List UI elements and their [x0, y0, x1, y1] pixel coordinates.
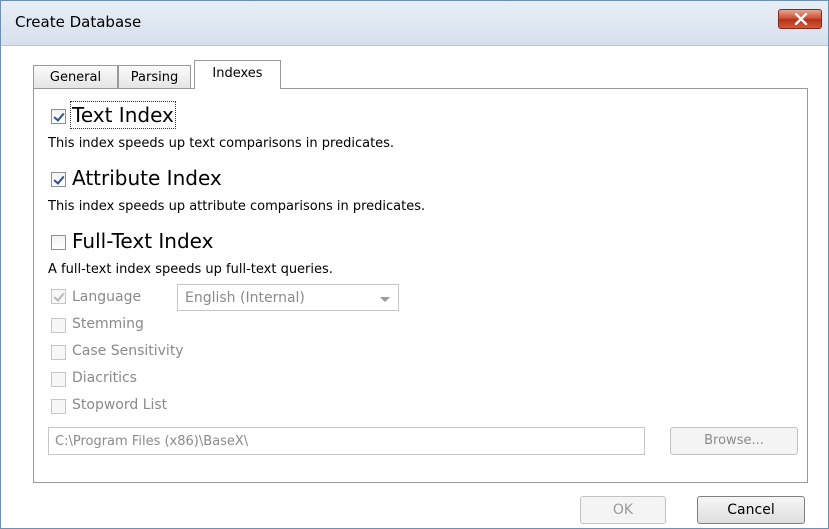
attribute-index-checkbox[interactable]	[51, 172, 66, 187]
stemming-checkbox[interactable]	[51, 318, 66, 333]
ok-button[interactable]: OK	[580, 496, 666, 524]
language-select-value: English (Internal)	[185, 290, 305, 306]
attribute-index-label[interactable]: Attribute Index	[72, 166, 222, 190]
cancel-button[interactable]: Cancel	[697, 496, 805, 524]
fulltext-index-description: A full-text index speeds up full-text qu…	[48, 262, 333, 277]
diacritics-label: Diacritics	[72, 370, 137, 386]
diacritics-checkbox[interactable]	[51, 372, 66, 387]
fulltext-index-label[interactable]: Full-Text Index	[72, 229, 213, 253]
language-checkbox[interactable]	[51, 289, 66, 304]
stemming-label: Stemming	[72, 316, 144, 332]
text-index-description: This index speeds up text comparisons in…	[48, 136, 395, 151]
close-button[interactable]	[778, 9, 822, 29]
case-sensitivity-checkbox[interactable]	[51, 345, 66, 360]
tab-parsing[interactable]: Parsing	[118, 65, 191, 89]
tab-indexes[interactable]: Indexes	[194, 60, 281, 89]
stopword-list-checkbox[interactable]	[51, 399, 66, 414]
chevron-down-icon	[380, 297, 390, 302]
attribute-index-description: This index speeds up attribute compariso…	[48, 199, 426, 214]
window-title: Create Database	[15, 13, 142, 31]
text-index-label[interactable]: Text Index	[70, 101, 176, 129]
dialog-body: General Parsing Indexes Text Index This …	[9, 46, 820, 528]
browse-button[interactable]: Browse...	[670, 427, 798, 455]
language-label: Language	[72, 289, 142, 305]
stopword-list-label: Stopword List	[72, 397, 168, 413]
case-sensitivity-label: Case Sensitivity	[72, 343, 184, 359]
tab-general[interactable]: General	[33, 65, 118, 89]
close-icon	[794, 13, 808, 25]
indexes-panel: Text Index This index speeds up text com…	[33, 88, 808, 483]
stopword-path-field[interactable]: C:\Program Files (x86)\BaseX\	[48, 427, 645, 455]
text-index-checkbox[interactable]	[51, 109, 66, 124]
create-database-dialog: Create Database General Parsing Indexes …	[0, 0, 829, 529]
fulltext-index-checkbox[interactable]	[51, 235, 66, 250]
language-select[interactable]: English (Internal)	[177, 284, 399, 311]
title-bar[interactable]: Create Database	[1, 1, 828, 46]
